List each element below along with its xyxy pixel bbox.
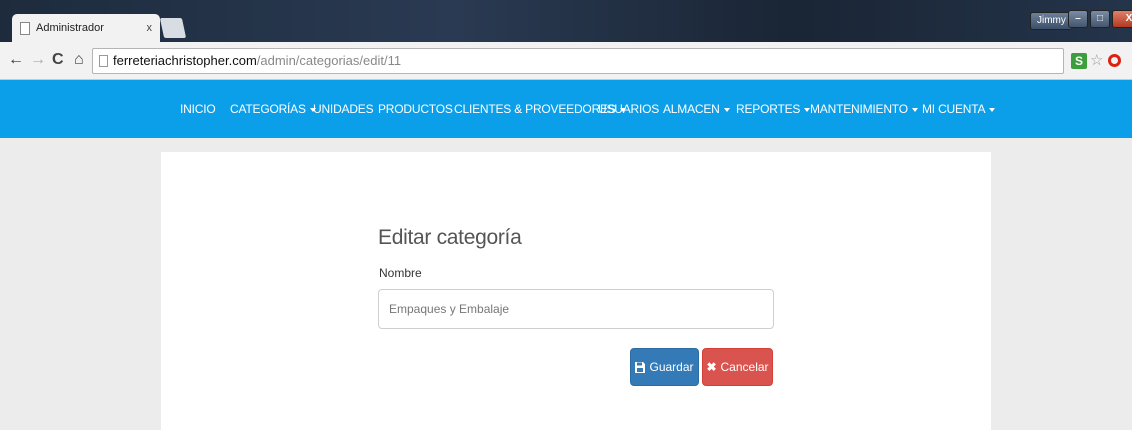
nav-usuarios[interactable]: USUARIOS <box>598 80 659 138</box>
window-controls: – □ X <box>1068 10 1132 28</box>
browser-tab[interactable]: Administrador x <box>12 14 160 42</box>
home-icon[interactable]: ⌂ <box>74 50 84 70</box>
window-close-button[interactable]: X <box>1112 10 1132 28</box>
page-icon <box>99 55 108 67</box>
extension-s-icon[interactable]: S <box>1071 53 1087 69</box>
caret-down-icon <box>911 107 918 112</box>
reload-icon[interactable]: C <box>52 50 64 70</box>
nav-inicio[interactable]: INICIO <box>180 80 216 138</box>
page-icon <box>20 21 30 35</box>
form-title: Editar categoría <box>378 226 522 249</box>
nav-mi-cuenta[interactable]: MI CUENTA <box>922 80 996 138</box>
bookmark-star-icon[interactable]: ☆ <box>1090 51 1103 69</box>
forward-arrow-icon[interactable]: → <box>30 50 46 70</box>
url-host: ferreteriachristopher.com <box>113 53 257 68</box>
caret-down-icon <box>723 107 730 112</box>
cancel-label: Cancelar <box>720 360 769 374</box>
save-label: Guardar <box>649 360 694 374</box>
cancel-button[interactable]: ✖ Cancelar <box>702 348 773 386</box>
nav-productos[interactable]: PRODUCTOS <box>378 80 453 138</box>
address-bar[interactable]: ferreteriachristopher.com/admin/categori… <box>92 48 1064 74</box>
nav-reportes[interactable]: REPORTES <box>736 80 811 138</box>
url-path: /admin/categorias/edit/11 <box>256 53 402 68</box>
nav-almacen[interactable]: ALMACEN <box>663 80 730 138</box>
maximize-button[interactable]: □ <box>1090 10 1110 28</box>
back-arrow-icon[interactable]: ← <box>8 50 24 70</box>
tab-close-icon[interactable]: x <box>147 22 153 34</box>
window-user-badge[interactable]: Jimmy <box>1030 12 1073 30</box>
site-navbar: INICIO CATEGORÍAS UNIDADES PRODUCTOS CLI… <box>0 80 1132 138</box>
nav-unidades[interactable]: UNIDADES <box>313 80 374 138</box>
browser-titlebar: Administrador x Jimmy – □ X <box>0 0 1132 42</box>
tab-title: Administrador <box>36 22 104 34</box>
name-input[interactable] <box>378 289 774 329</box>
caret-down-icon <box>989 107 996 112</box>
nav-mantenimiento[interactable]: MANTENIMIENTO <box>810 80 918 138</box>
nav-categorias[interactable]: CATEGORÍAS <box>230 80 316 138</box>
browser-menu-icon[interactable]: ⋮ <box>1126 52 1132 69</box>
close-x-icon: ✖ <box>706 360 717 374</box>
name-label: Nombre <box>379 266 422 280</box>
minimize-button[interactable]: – <box>1068 10 1088 28</box>
save-button[interactable]: Guardar <box>630 348 699 386</box>
opera-extension-icon[interactable] <box>1108 54 1121 67</box>
floppy-disk-icon <box>635 361 646 373</box>
browser-toolbar: ← → C ⌂ ferreteriachristopher.com/admin/… <box>0 42 1132 80</box>
new-tab-button[interactable] <box>159 18 187 38</box>
